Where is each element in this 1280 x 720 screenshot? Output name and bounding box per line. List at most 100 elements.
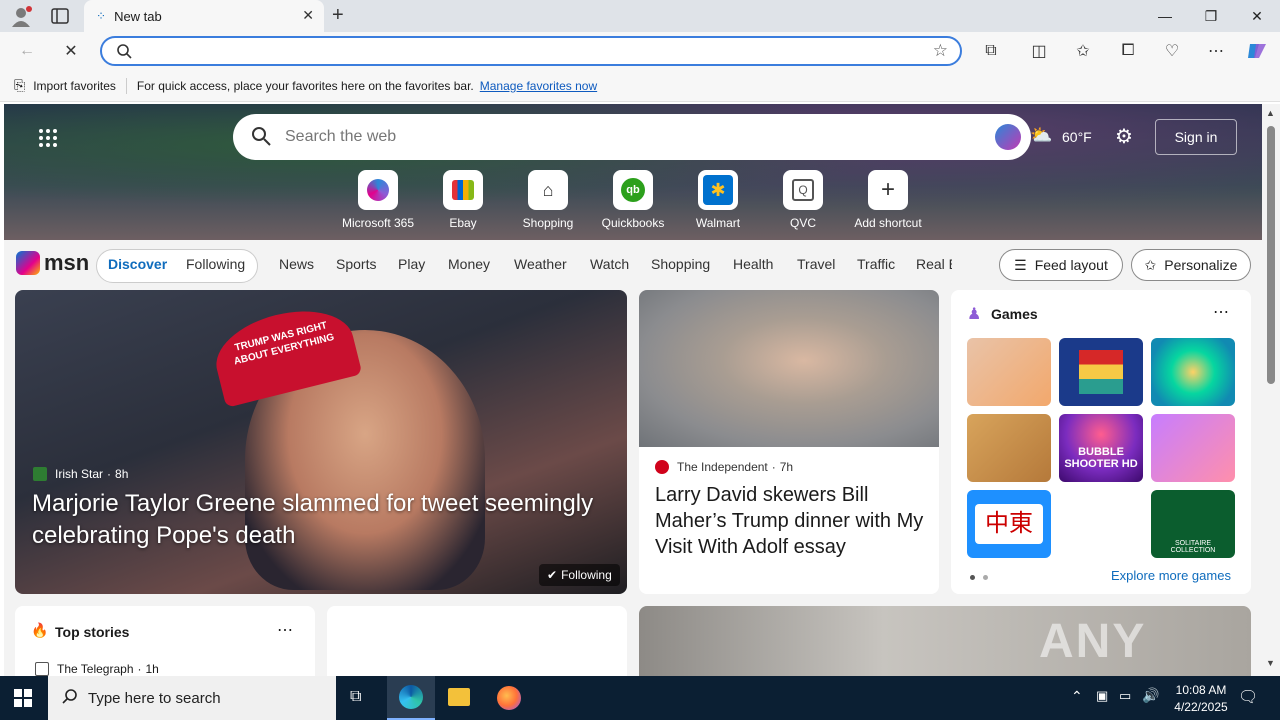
nav-travel[interactable]: Travel: [797, 256, 835, 272]
nav-weather[interactable]: Weather: [514, 256, 567, 272]
edge-taskbar-icon[interactable]: [387, 676, 435, 720]
image-story-card[interactable]: ANY RUN: [639, 606, 1251, 676]
minimize-icon[interactable]: —: [1142, 0, 1188, 32]
stop-loading-icon[interactable]: ✕: [58, 38, 84, 64]
main-headline[interactable]: Marjorie Taylor Greene slammed for tweet…: [32, 488, 622, 552]
game-tile-screw[interactable]: [967, 414, 1051, 482]
more-options-icon[interactable]: ⋯: [1203, 38, 1229, 64]
tab-discover[interactable]: Discover: [108, 256, 167, 272]
game-tile-solitaire[interactable]: SOLITAIRE COLLECTION: [1151, 490, 1235, 558]
shortcut-walmart[interactable]: ✱ Walmart: [673, 170, 763, 230]
shortcut-label: Quickbooks: [601, 216, 665, 230]
apps-launcher-icon[interactable]: [38, 128, 58, 151]
tab-following[interactable]: Following: [186, 256, 245, 272]
main-story-card[interactable]: TRUMP WAS RIGHT ABOUT EVERYTHING Irish S…: [15, 290, 627, 594]
games-icon: ♟: [967, 306, 982, 323]
restore-icon[interactable]: ❐: [1188, 0, 1234, 32]
manage-favorites-link[interactable]: Manage favorites now: [480, 79, 597, 93]
game-tile-bubble[interactable]: BUBBLE SHOOTER HD: [1059, 414, 1143, 482]
nav-sports[interactable]: Sports: [336, 256, 376, 272]
tab-new-tab[interactable]: ⁘ New tab ✕: [84, 0, 324, 32]
nav-watch[interactable]: Watch: [590, 256, 629, 272]
task-view-icon[interactable]: ⧉: [350, 688, 361, 706]
scroll-down-icon[interactable]: ▼: [1266, 658, 1275, 668]
msn-logo[interactable]: msn: [16, 250, 89, 276]
msn-nav-row: msn Discover Following News Sports Play …: [4, 240, 1262, 290]
shopping-tag-icon: ⌂: [528, 170, 568, 210]
feed-layout-button[interactable]: ☰ Feed layout: [999, 249, 1123, 281]
shortcut-add[interactable]: + Add shortcut: [843, 170, 933, 230]
sign-in-button[interactable]: Sign in: [1155, 119, 1237, 155]
game-tile-jewels[interactable]: [1151, 338, 1235, 406]
import-favorites-button[interactable]: Import favorites: [33, 79, 116, 93]
shortcut-quickbooks[interactable]: qb Quickbooks: [588, 170, 678, 230]
weather-temperature[interactable]: 60°F: [1062, 129, 1092, 145]
nav-money[interactable]: Money: [448, 256, 490, 272]
web-search-box[interactable]: Search the web: [233, 114, 1031, 160]
import-favorites-icon[interactable]: ⎘: [14, 77, 25, 94]
scroll-thumb[interactable]: [1267, 126, 1275, 384]
new-tab-icon[interactable]: +: [332, 4, 344, 27]
game-tile-makeup[interactable]: [1151, 414, 1235, 482]
favorite-star-icon[interactable]: ☆: [933, 41, 948, 61]
device-icon[interactable]: ▣: [1096, 688, 1108, 704]
explore-games-link[interactable]: Explore more games: [1111, 568, 1231, 583]
browser-essentials-icon[interactable]: ♡: [1159, 38, 1185, 64]
vertical-scrollbar[interactable]: ▲ ▼: [1262, 104, 1280, 676]
story-age: 8h: [115, 467, 129, 481]
firefox-icon[interactable]: [497, 686, 521, 710]
shortcut-qvc[interactable]: Q QVC: [758, 170, 848, 230]
taskbar-search-box[interactable]: Type here to search: [48, 676, 336, 720]
profile-icon[interactable]: [10, 6, 32, 28]
address-bar[interactable]: ☆: [100, 36, 962, 66]
independent-icon: [655, 460, 669, 474]
shortcut-shopping[interactable]: ⌂ Shopping: [503, 170, 593, 230]
personalize-button[interactable]: ✩ Personalize: [1131, 249, 1251, 281]
source-name: The Independent: [677, 460, 768, 474]
split-screen-icon[interactable]: ◫: [1026, 38, 1052, 64]
carousel-dot-active[interactable]: [970, 575, 975, 580]
story-source: Irish Star · 8h: [33, 467, 128, 481]
nav-shopping[interactable]: Shopping: [651, 256, 710, 272]
nav-health[interactable]: Health: [733, 256, 773, 272]
games-more-icon[interactable]: ⋯: [1213, 302, 1229, 322]
windows-start-icon[interactable]: [14, 689, 32, 710]
show-hidden-icons-icon[interactable]: ⌃: [1071, 688, 1083, 705]
game-tile-mahjong[interactable]: 中東: [967, 490, 1051, 558]
nav-play[interactable]: Play: [398, 256, 425, 272]
nav-traffic[interactable]: Traffic: [857, 256, 895, 272]
close-window-icon[interactable]: ✕: [1234, 0, 1280, 32]
sliders-icon: ☰: [1014, 256, 1027, 273]
nav-news[interactable]: News: [279, 256, 314, 272]
clock-date[interactable]: 4/22/2025: [1167, 700, 1235, 714]
side-story-card[interactable]: The Independent · 7h Larry David skewers…: [639, 290, 939, 594]
shortcut-microsoft365[interactable]: Microsoft 365: [333, 170, 423, 230]
source-name: The Telegraph: [57, 662, 134, 676]
game-tile-blocks[interactable]: [1059, 338, 1143, 406]
carousel-dot[interactable]: [983, 575, 988, 580]
scroll-up-icon[interactable]: ▲: [1266, 108, 1275, 118]
nav-real-estate[interactable]: Real E: [916, 256, 952, 272]
notifications-icon[interactable]: 🗨: [1238, 687, 1258, 707]
side-headline[interactable]: Larry David skewers Bill Maher’s Trump d…: [655, 482, 925, 560]
back-icon[interactable]: ←: [14, 38, 40, 64]
tab-close-icon[interactable]: ✕: [302, 7, 314, 24]
settings-gear-icon[interactable]: ⚙: [1115, 124, 1133, 149]
top-stories-more-icon[interactable]: ⋯: [277, 620, 293, 640]
weather-icon[interactable]: ⛅: [1030, 125, 1052, 146]
loading-card: [327, 606, 627, 676]
following-badge[interactable]: ✔ Following: [539, 564, 620, 586]
shortcut-ebay[interactable]: Ebay: [418, 170, 508, 230]
file-explorer-icon[interactable]: [448, 688, 470, 706]
volume-icon[interactable]: 🔊: [1142, 687, 1159, 704]
favorites-icon[interactable]: ✩: [1070, 38, 1096, 64]
clock-time[interactable]: 10:08 AM: [1169, 683, 1233, 697]
network-icon[interactable]: ▭: [1119, 688, 1131, 704]
extensions-icon[interactable]: ⧉: [978, 38, 1004, 64]
copilot-search-icon[interactable]: [995, 124, 1021, 150]
collections-icon[interactable]: ⧠: [1115, 38, 1141, 64]
tab-actions-icon[interactable]: [50, 7, 70, 25]
game-tile-1[interactable]: [967, 338, 1051, 406]
copilot-icon[interactable]: [1244, 38, 1270, 64]
msn-page: Search the web ⛅ 60°F ⚙ Sign in Microsof…: [4, 104, 1262, 676]
